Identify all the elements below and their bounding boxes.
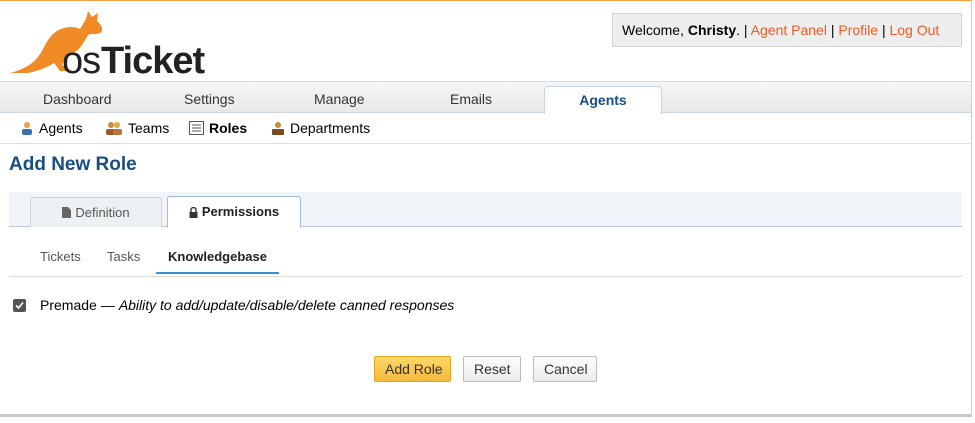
osticket-logo[interactable]: os Ticket xyxy=(8,5,218,77)
role-tabs: Definition Permissions xyxy=(9,192,962,228)
subtab-knowledgebase[interactable]: Knowledgebase xyxy=(156,241,279,274)
agent-panel-link[interactable]: Agent Panel xyxy=(751,22,827,38)
subnav-item-agents[interactable]: Agents xyxy=(20,120,83,136)
permission-description: Ability to add/update/disable/delete can… xyxy=(118,297,455,313)
logo-text-prefix: os xyxy=(62,40,100,77)
nav-tab-agents[interactable]: Agents xyxy=(544,86,662,114)
separator: | xyxy=(881,22,886,38)
reset-button[interactable]: Reset xyxy=(463,356,521,382)
tab-permissions[interactable]: Permissions xyxy=(167,196,301,228)
cancel-button[interactable]: Cancel xyxy=(533,356,597,382)
separator: | xyxy=(830,22,835,38)
checkmark-icon xyxy=(15,301,24,309)
add-role-button[interactable]: Add Role xyxy=(374,356,451,382)
logo-text-main: Ticket xyxy=(101,40,205,77)
departments-icon xyxy=(272,122,284,135)
permission-row: Premade — Ability to add/update/disable/… xyxy=(13,297,454,313)
header: os Ticket Welcome, Christy. | Agent Pane… xyxy=(0,1,971,81)
lock-icon xyxy=(189,206,198,218)
agent-icon xyxy=(22,122,32,135)
sub-nav: Agents Teams Roles Departments xyxy=(0,114,971,144)
nav-tab-dashboard[interactable]: Dashboard xyxy=(43,91,112,107)
subtab-tasks[interactable]: Tasks xyxy=(107,249,140,264)
premade-checkbox[interactable] xyxy=(13,298,26,312)
page-title: Add New Role xyxy=(9,154,137,175)
nav-tab-manage[interactable]: Manage xyxy=(314,91,365,107)
logout-link[interactable]: Log Out xyxy=(889,22,939,38)
permission-name: Premade xyxy=(40,297,97,313)
tab-label: Permissions xyxy=(201,204,280,219)
profile-link[interactable]: Profile xyxy=(838,22,878,38)
subnav-label: Departments xyxy=(290,120,371,136)
nav-tab-settings[interactable]: Settings xyxy=(184,91,235,107)
permission-dash: — xyxy=(100,297,115,313)
tab-definition[interactable]: Definition xyxy=(30,197,162,227)
separator: | xyxy=(743,22,748,38)
subnav-label: Teams xyxy=(128,120,170,136)
roles-icon xyxy=(189,121,204,135)
document-icon xyxy=(62,207,72,218)
subnav-item-departments[interactable]: Departments xyxy=(271,120,370,136)
teams-icon xyxy=(106,122,122,135)
welcome-box: Welcome, Christy. | Agent Panel | Profil… xyxy=(612,13,962,47)
subnav-label: Roles xyxy=(209,120,248,136)
main-nav: Dashboard Settings Manage Emails Agents xyxy=(0,81,971,114)
tab-label: Definition xyxy=(75,204,130,220)
nav-tab-emails[interactable]: Emails xyxy=(450,91,492,107)
subnav-item-teams[interactable]: Teams xyxy=(106,120,169,136)
page-frame: os Ticket Welcome, Christy. | Agent Pane… xyxy=(0,0,972,417)
permission-subtabs: Tickets Tasks Knowledgebase xyxy=(9,241,962,277)
subtab-tickets[interactable]: Tickets xyxy=(40,249,81,264)
welcome-user: Christy xyxy=(687,22,737,38)
subnav-label: Agents xyxy=(39,120,83,136)
welcome-suffix: . xyxy=(736,22,740,38)
welcome-greeting: Welcome, xyxy=(622,22,684,38)
subnav-item-roles[interactable]: Roles xyxy=(189,120,247,136)
